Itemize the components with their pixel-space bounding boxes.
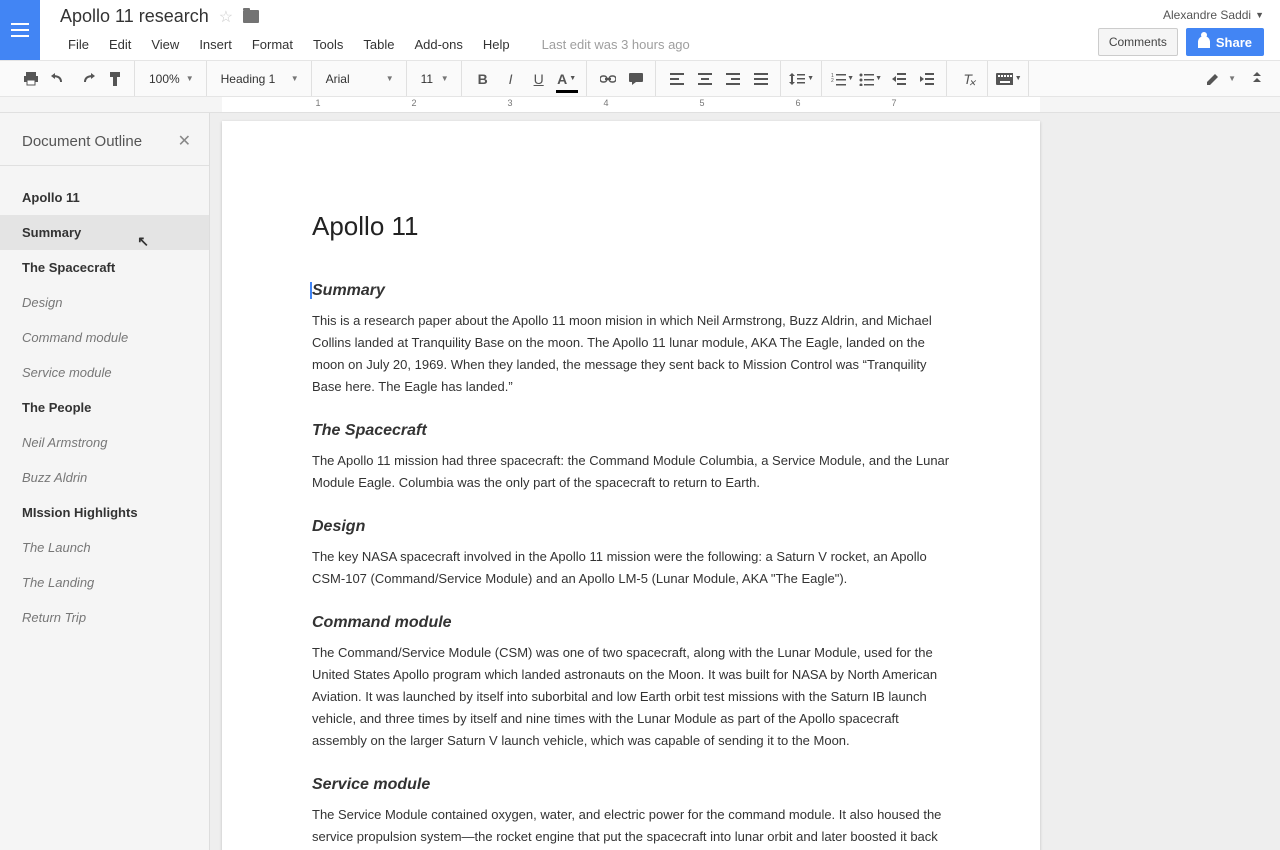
outline-item[interactable]: The Launch xyxy=(0,530,209,565)
folder-icon[interactable] xyxy=(243,10,259,23)
menu-add-ons[interactable]: Add-ons xyxy=(406,33,470,56)
menu-format[interactable]: Format xyxy=(244,33,301,56)
outline-title: Document Outline xyxy=(22,133,142,150)
outline-item[interactable]: Return Trip xyxy=(0,600,209,635)
ruler-number: 7 xyxy=(891,98,896,108)
menu-edit[interactable]: Edit xyxy=(101,33,139,56)
share-label: Share xyxy=(1216,35,1252,50)
ruler-number: 5 xyxy=(699,98,704,108)
input-tools-icon[interactable]: ▼ xyxy=(996,66,1022,92)
account-menu[interactable]: Alexandre Saddi ▼ xyxy=(1163,8,1264,22)
line-spacing-icon[interactable]: ▼ xyxy=(789,66,815,92)
document-title[interactable]: Apollo 11 research xyxy=(60,6,209,27)
menubar: FileEditViewInsertFormatToolsTableAdd-on… xyxy=(60,33,1078,56)
doc-heading-title[interactable]: Apollo 11 xyxy=(312,211,950,242)
menu-help[interactable]: Help xyxy=(475,33,518,56)
svg-text:2: 2 xyxy=(831,78,834,84)
page[interactable]: Apollo 11 Summary This is a research pape… xyxy=(222,121,1040,850)
section-heading[interactable]: Service module xyxy=(312,776,950,794)
menu-file[interactable]: File xyxy=(60,33,97,56)
insert-link-icon[interactable] xyxy=(595,66,621,92)
main-menu-button[interactable] xyxy=(0,0,40,60)
align-left-icon[interactable] xyxy=(664,66,690,92)
section-heading[interactable]: The Spacecraft xyxy=(312,422,950,440)
menu-table[interactable]: Table xyxy=(355,33,402,56)
numbered-list-icon[interactable]: 12▼ xyxy=(830,66,856,92)
outline-item[interactable]: Buzz Aldrin xyxy=(0,460,209,495)
titlebar: Apollo 11 research ☆ FileEditViewInsertF… xyxy=(0,0,1280,60)
undo-icon[interactable] xyxy=(46,66,72,92)
document-canvas[interactable]: Apollo 11 Summary This is a research pape… xyxy=(210,113,1280,850)
underline-button[interactable]: U xyxy=(526,66,552,92)
paint-format-icon[interactable] xyxy=(102,66,128,92)
section-heading[interactable]: Summary xyxy=(312,282,950,300)
ruler-number: 1 xyxy=(315,98,320,108)
bold-button[interactable]: B xyxy=(470,66,496,92)
ruler-number: 2 xyxy=(411,98,416,108)
outline-item[interactable]: Design xyxy=(0,285,209,320)
insert-comment-icon[interactable] xyxy=(623,66,649,92)
outdent-icon[interactable] xyxy=(886,66,912,92)
horizontal-ruler[interactable]: 1 2 3 4 5 6 7 xyxy=(0,96,1280,112)
menu-tools[interactable]: Tools xyxy=(305,33,351,56)
font-size-select[interactable]: 11▼ xyxy=(415,66,455,92)
editing-mode-select[interactable]: ▼ xyxy=(1206,72,1236,86)
app-header: Apollo 11 research ☆ FileEditViewInsertF… xyxy=(0,0,1280,113)
outline-item[interactable]: Summary↖ xyxy=(0,215,209,250)
star-icon[interactable]: ☆ xyxy=(219,7,233,27)
person-plus-icon xyxy=(1198,36,1210,48)
outline-item[interactable]: MIssion Highlights xyxy=(0,495,209,530)
outline-item[interactable]: Command module xyxy=(0,320,209,355)
bulleted-list-icon[interactable]: ▼ xyxy=(858,66,884,92)
italic-button[interactable]: I xyxy=(498,66,524,92)
outline-item[interactable]: Apollo 11 xyxy=(0,180,209,215)
last-edit-status: Last edit was 3 hours ago xyxy=(542,37,690,52)
align-center-icon[interactable] xyxy=(692,66,718,92)
outline-item[interactable]: The Landing xyxy=(0,565,209,600)
section-body[interactable]: The Command/Service Module (CSM) was one… xyxy=(312,642,950,752)
cursor-icon: ↖ xyxy=(137,233,149,250)
document-outline-panel: Document Outline ✕ Apollo 11Summary↖The … xyxy=(0,113,210,850)
outline-item[interactable]: Service module xyxy=(0,355,209,390)
section-heading[interactable]: Design xyxy=(312,518,950,536)
comments-button[interactable]: Comments xyxy=(1098,28,1178,56)
user-name: Alexandre Saddi xyxy=(1163,8,1251,22)
chevron-down-icon: ▼ xyxy=(1255,10,1264,20)
share-button[interactable]: Share xyxy=(1186,28,1264,56)
paragraph-style-select[interactable]: Heading 1▼ xyxy=(215,66,305,92)
align-justify-icon[interactable] xyxy=(748,66,774,92)
menu-view[interactable]: View xyxy=(143,33,187,56)
menu-insert[interactable]: Insert xyxy=(191,33,240,56)
outline-item[interactable]: The Spacecraft xyxy=(0,250,209,285)
zoom-select[interactable]: 100%▼ xyxy=(143,66,200,92)
section-body[interactable]: The Service Module contained oxygen, wat… xyxy=(312,804,950,848)
redo-icon[interactable] xyxy=(74,66,100,92)
section-body[interactable]: The key NASA spacecraft involved in the … xyxy=(312,546,950,590)
ruler-number: 6 xyxy=(795,98,800,108)
close-icon[interactable]: ✕ xyxy=(178,131,191,151)
workspace: Document Outline ✕ Apollo 11Summary↖The … xyxy=(0,113,1280,850)
section-heading[interactable]: Command module xyxy=(312,614,950,632)
outline-item[interactable]: Neil Armstrong xyxy=(0,425,209,460)
section-body[interactable]: This is a research paper about the Apoll… xyxy=(312,310,950,398)
collapse-toolbar-icon[interactable] xyxy=(1244,66,1270,92)
ruler-number: 3 xyxy=(507,98,512,108)
outline-item[interactable]: The People xyxy=(0,390,209,425)
section-body[interactable]: The Apollo 11 mission had three spacecra… xyxy=(312,450,950,494)
ruler-number: 4 xyxy=(603,98,608,108)
font-family-select[interactable]: Arial▼ xyxy=(320,66,400,92)
indent-icon[interactable] xyxy=(914,66,940,92)
toolbar: 100%▼ Heading 1▼ Arial▼ 11▼ B I U A▼ ▼ xyxy=(0,60,1280,96)
text-color-button[interactable]: A▼ xyxy=(554,66,580,92)
clear-formatting-icon[interactable]: T✕ xyxy=(955,66,981,92)
print-icon[interactable] xyxy=(18,66,44,92)
align-right-icon[interactable] xyxy=(720,66,746,92)
